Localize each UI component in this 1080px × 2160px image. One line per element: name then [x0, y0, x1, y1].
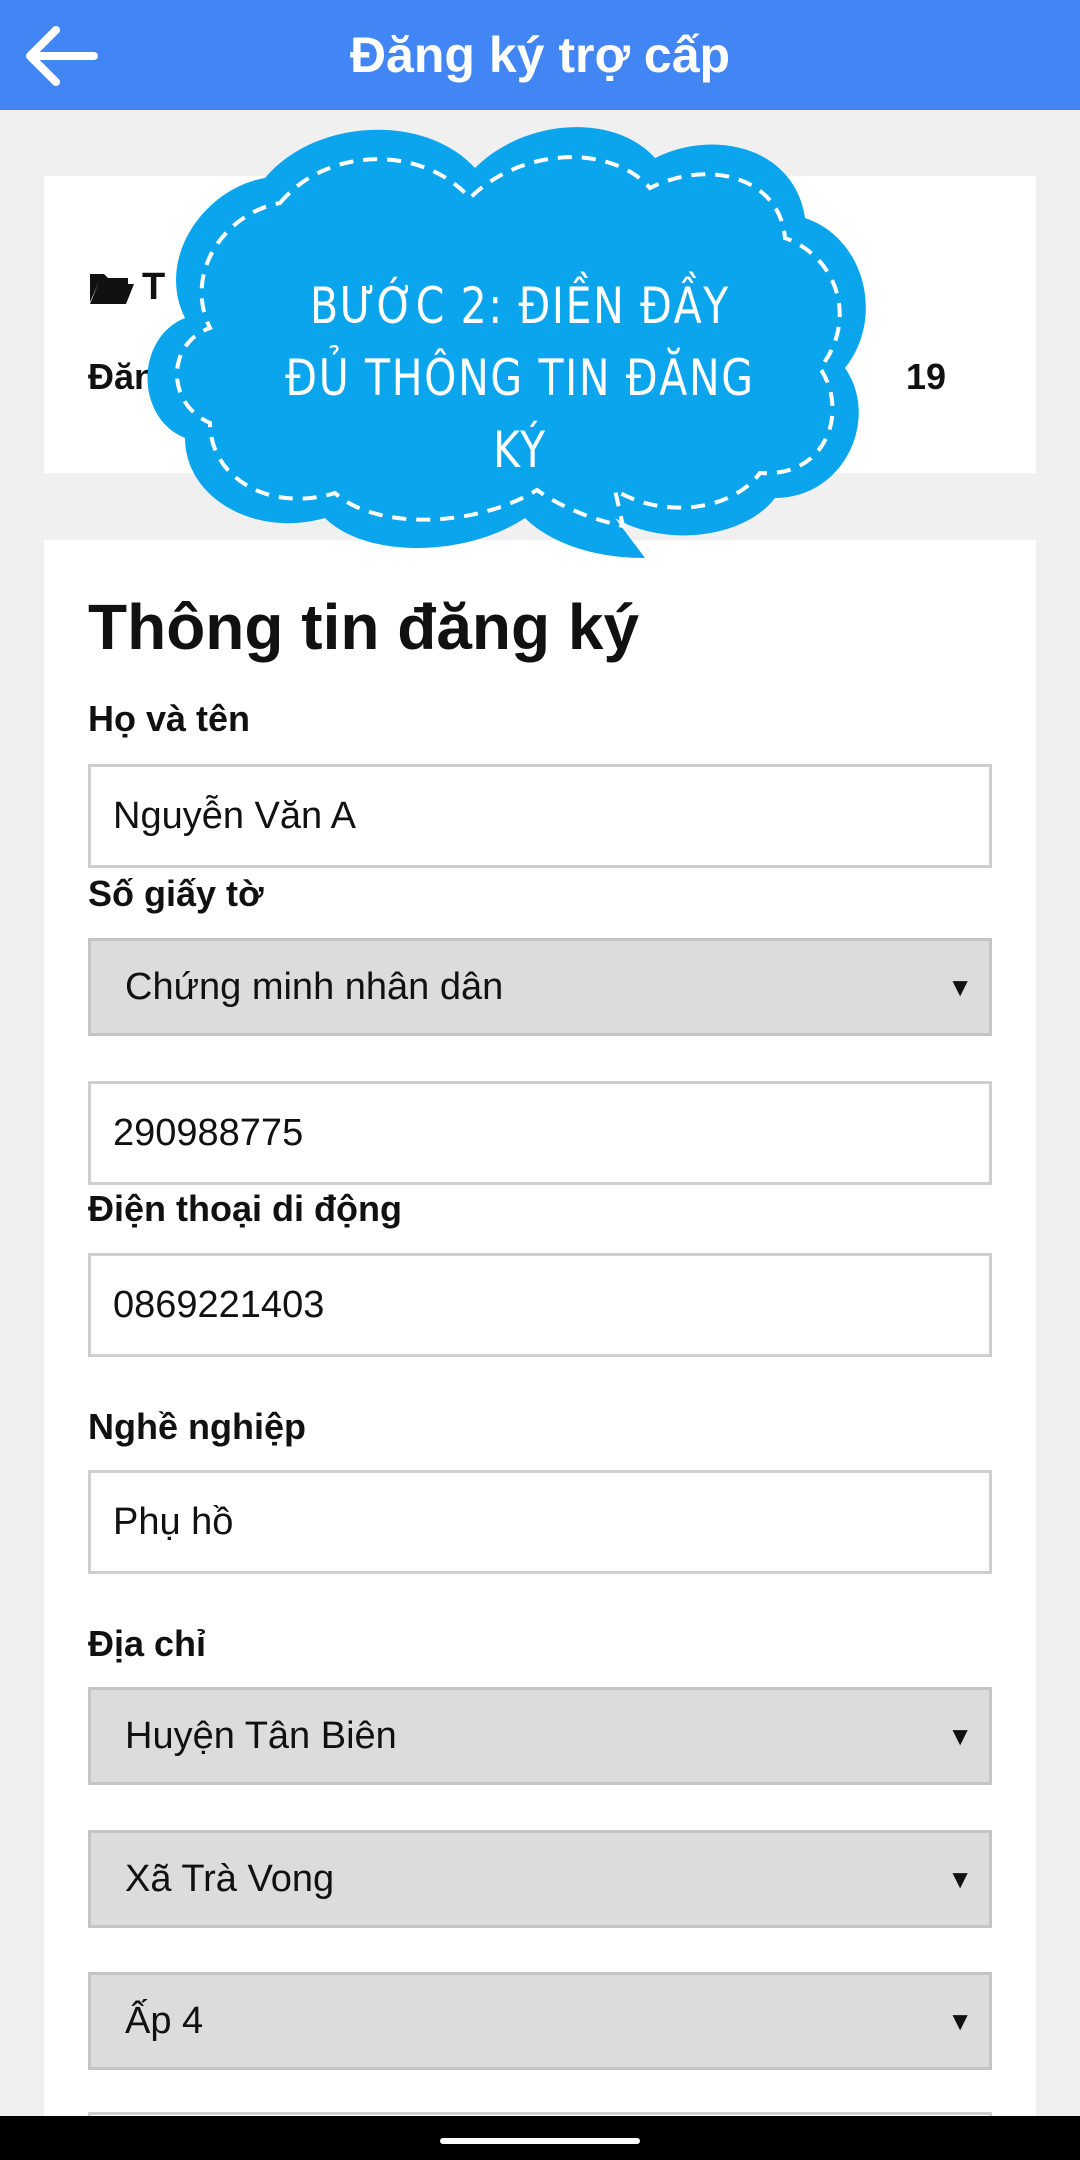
hamlet-select[interactable]: Ấp 4 ▼ [88, 1972, 992, 2070]
document-number-input[interactable]: 290988775 [88, 1081, 992, 1185]
callout-line-2: ĐỦ THÔNG TIN ĐĂNG KÝ [285, 349, 755, 479]
app-bar: Đăng ký trợ cấp [0, 0, 1080, 110]
address-label: Địa chỉ [88, 1623, 207, 1664]
step-callout-text: BƯỚC 2: ĐIỀN ĐẦY ĐỦ THÔNG TIN ĐĂNG KÝ [258, 270, 783, 486]
commune-value: Xã Trà Vong [125, 1858, 335, 1900]
dropdown-arrow-icon: ▼ [947, 972, 973, 1002]
dropdown-arrow-icon: ▼ [947, 2006, 973, 2036]
system-nav-bar [0, 2116, 1080, 2160]
document-label: Số giấy tờ [88, 873, 264, 914]
job-input[interactable]: Phụ hồ [88, 1470, 992, 1574]
commune-select[interactable]: Xã Trà Vong ▼ [88, 1830, 992, 1928]
callout-line-1: BƯỚC 2: ĐIỀN ĐẦY [310, 277, 730, 335]
form-title: Thông tin đăng ký [88, 591, 640, 663]
phone-input[interactable]: 0869221403 [88, 1253, 992, 1357]
dropdown-arrow-icon: ▼ [947, 1721, 973, 1751]
district-select[interactable]: Huyện Tân Biên ▼ [88, 1687, 992, 1785]
district-value: Huyện Tân Biên [125, 1715, 397, 1757]
folder-open-icon [90, 273, 134, 304]
document-type-select[interactable]: Chứng minh nhân dân ▼ [88, 938, 992, 1036]
dropdown-arrow-icon: ▼ [947, 1864, 973, 1894]
name-input[interactable]: Nguyễn Văn A [88, 764, 992, 868]
hamlet-value: Ấp 4 [125, 2000, 204, 2042]
name-label: Họ và tên [88, 698, 251, 739]
home-handle[interactable] [440, 2138, 640, 2144]
document-type-value: Chứng minh nhân dân [125, 966, 504, 1008]
summary-date-text: 19 [905, 356, 946, 397]
phone-label: Điện thoại di động [88, 1188, 402, 1229]
registration-form: Thông tin đăng ký Họ và tên Nguyễn Văn A… [44, 540, 1036, 2132]
job-label: Nghề nghiệp [88, 1406, 306, 1447]
page-title: Đăng ký trợ cấp [349, 27, 731, 83]
